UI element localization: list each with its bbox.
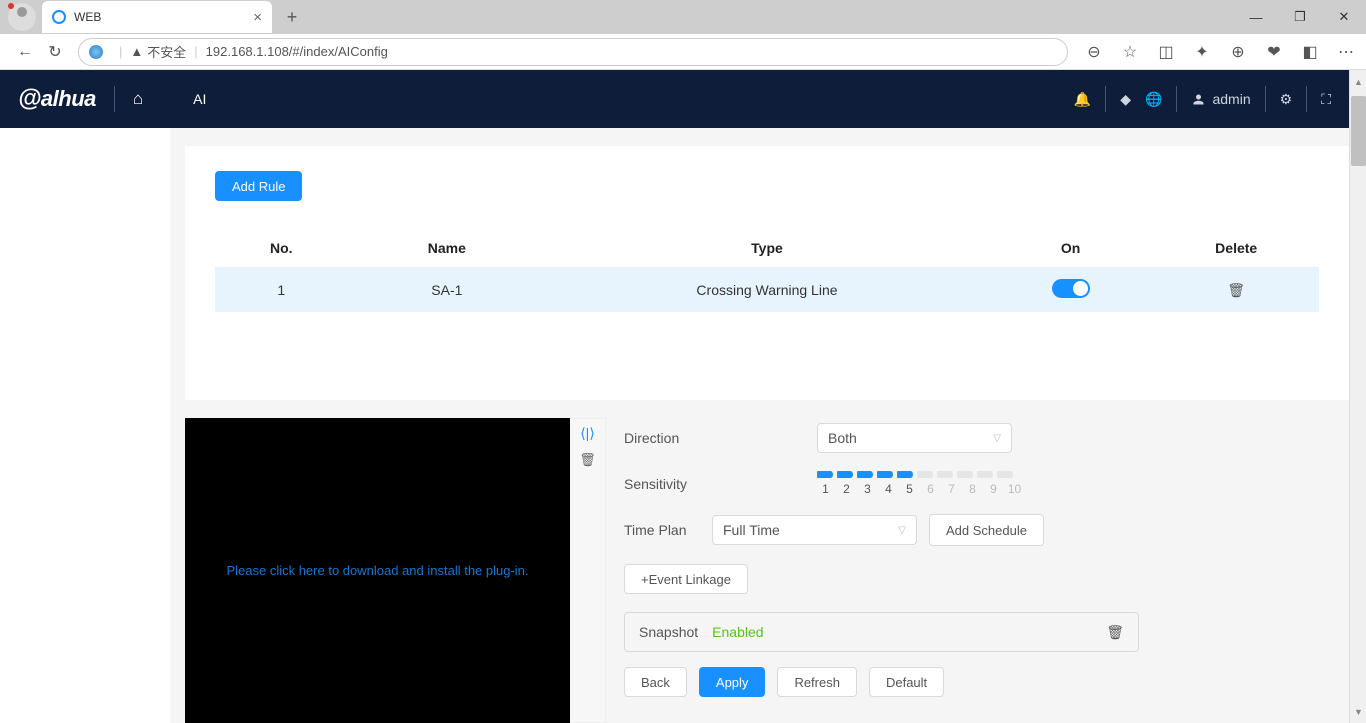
insecure-icon: ▲ (130, 44, 143, 59)
collections-icon[interactable]: ⊕ (1228, 42, 1248, 62)
timeplan-select[interactable]: Full Time ▽ (712, 515, 917, 545)
maximize-button[interactable]: ❐ (1278, 2, 1322, 32)
fullscreen-icon[interactable]: ⛶ (1321, 91, 1331, 108)
page-scrollbar[interactable]: ▲ ▼ (1349, 70, 1366, 723)
brand-logo: @alhua (18, 85, 96, 113)
left-sidebar (0, 128, 170, 723)
col-type: Type (546, 229, 988, 268)
snapshot-delete-icon[interactable]: 🗑 (1106, 624, 1124, 641)
video-preview: Please click here to download and instal… (185, 418, 570, 723)
ie-mode-icon (89, 45, 103, 59)
cell-no: 1 (215, 268, 347, 313)
chevron-down-icon: ▽ (993, 433, 1001, 444)
new-tab-button[interactable]: + (278, 3, 306, 31)
app-header: @alhua ⌂ AI 🔔 ◆ 🌐 admin ⚙ ⛶ (0, 70, 1349, 128)
preview-tools: ⟨|⟩ 🗑 (570, 418, 606, 723)
back-button[interactable]: Back (624, 667, 687, 697)
col-name: Name (347, 229, 546, 268)
direction-select[interactable]: Both ▽ (817, 423, 1012, 453)
window-controls: — ❐ ✕ (1234, 2, 1366, 32)
direction-label: Direction (624, 430, 719, 446)
snapshot-linkage[interactable]: Snapshot Enabled 🗑 (624, 612, 1139, 652)
tab-favicon (52, 10, 66, 24)
gear-icon[interactable]: ⚙ (1280, 91, 1293, 108)
plugin-download-link[interactable]: Please click here to download and instal… (226, 563, 528, 578)
extension-icon[interactable]: ◧ (1300, 42, 1320, 62)
tab-close-icon[interactable]: × (253, 9, 262, 26)
col-delete: Delete (1153, 229, 1319, 268)
browser-tab[interactable]: WEB × (42, 1, 272, 33)
bell-icon[interactable]: 🔔 (1074, 91, 1091, 108)
close-window-button[interactable]: ✕ (1322, 2, 1366, 32)
col-no: No. (215, 229, 347, 268)
browser-chrome: WEB × + — ❐ ✕ ← ↻ | ▲ 不安全 | 192.168.1.10… (0, 0, 1366, 70)
delete-draw-icon[interactable]: 🗑 (579, 452, 596, 468)
minimize-button[interactable]: — (1234, 2, 1278, 32)
performance-icon[interactable]: ❤ (1264, 42, 1284, 62)
cell-type: Crossing Warning Line (546, 268, 988, 313)
timeplan-label: Time Plan (624, 522, 712, 538)
rules-table: No. Name Type On Delete 1 SA-1 Crossing … (215, 229, 1319, 312)
direction-value: Both (828, 430, 857, 446)
address-bar-row: ← ↻ | ▲ 不安全 | 192.168.1.108/#/index/AICo… (0, 34, 1366, 70)
rule-on-toggle[interactable] (1052, 279, 1090, 298)
tab-title: WEB (74, 10, 101, 24)
apply-button[interactable]: Apply (699, 667, 766, 697)
favorites-bar-icon[interactable]: ✦ (1192, 42, 1212, 62)
event-linkage-button[interactable]: +Event Linkage (624, 564, 748, 594)
sensitivity-label: Sensitivity (624, 476, 719, 492)
add-rule-button[interactable]: Add Rule (215, 171, 302, 201)
profile-avatar[interactable] (8, 3, 36, 31)
table-row[interactable]: 1 SA-1 Crossing Warning Line 🗑 (215, 268, 1319, 313)
cell-name: SA-1 (347, 268, 546, 313)
sensitivity-slider[interactable]: 12345 678910 (817, 471, 1023, 496)
user-menu[interactable]: admin (1191, 91, 1250, 107)
app-viewport: @alhua ⌂ AI 🔔 ◆ 🌐 admin ⚙ ⛶ Add Rule (0, 70, 1366, 723)
tab-strip: WEB × + — ❐ ✕ (0, 0, 1366, 34)
draw-line-icon[interactable]: ⟨|⟩ (580, 425, 595, 442)
nav-ai[interactable]: AI (193, 91, 206, 107)
insecure-label: 不安全 (147, 42, 186, 61)
favorite-icon[interactable]: ☆ (1120, 42, 1140, 62)
timeplan-value: Full Time (723, 522, 780, 538)
refresh-button[interactable]: Refresh (777, 667, 857, 697)
add-schedule-button[interactable]: Add Schedule (929, 514, 1044, 546)
username: admin (1212, 91, 1250, 107)
snapshot-status: Enabled (712, 624, 763, 640)
home-icon[interactable]: ⌂ (133, 89, 143, 109)
snapshot-label: Snapshot (639, 624, 698, 640)
default-button[interactable]: Default (869, 667, 944, 697)
rule-config: Direction Both ▽ Sensitivity 12 (606, 418, 1349, 723)
more-icon[interactable]: ⋯ (1336, 42, 1356, 62)
address-bar[interactable]: | ▲ 不安全 | 192.168.1.108/#/index/AIConfig (78, 38, 1068, 66)
refresh-nav-button[interactable]: ↻ (40, 37, 70, 67)
back-nav-button[interactable]: ← (10, 37, 40, 67)
chevron-down-icon: ▽ (898, 525, 906, 536)
plugin-icon[interactable]: ◆ (1120, 91, 1131, 108)
content-area: Add Rule No. Name Type On Delete 1 SA-1 (170, 128, 1349, 723)
split-icon[interactable]: ◫ (1156, 42, 1176, 62)
delete-row-icon[interactable]: 🗑 (1227, 282, 1245, 298)
zoom-icon[interactable]: ⊖ (1084, 42, 1104, 62)
globe-icon[interactable]: 🌐 (1145, 91, 1162, 108)
col-on: On (988, 229, 1154, 268)
url-text: 192.168.1.108/#/index/AIConfig (206, 44, 388, 59)
